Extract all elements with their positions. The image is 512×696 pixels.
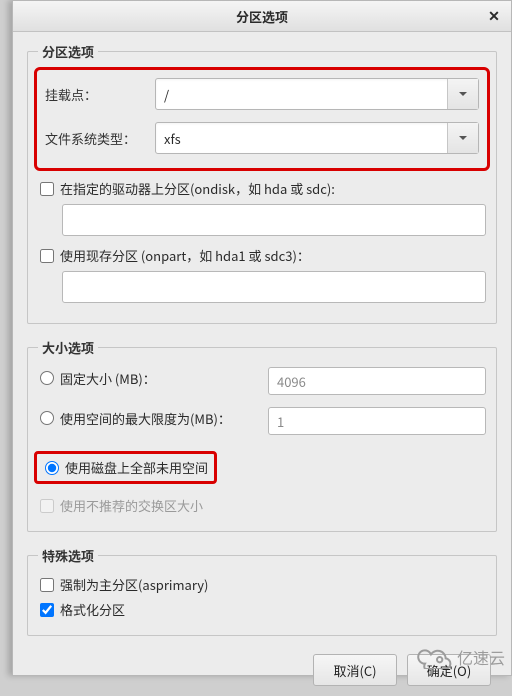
chevron-down-icon[interactable] [447, 123, 478, 153]
cloud-icon [413, 645, 453, 669]
asprimary-checkbox[interactable] [40, 578, 54, 592]
fixed-radio[interactable] [40, 371, 54, 385]
group-size: 大小选项 固定大小 (MB)： 4096 使用空间的最大限度为(MB)： 1 使… [27, 338, 497, 532]
swap-label: 使用不推荐的交换区大小 [60, 496, 203, 515]
group-size-legend: 大小选项 [38, 338, 98, 357]
window-title: 分区选项 [236, 7, 288, 26]
dialog-body: 分区选项 挂载点： / 文件系统类型： xfs [13, 32, 511, 696]
format-checkbox[interactable] [40, 603, 54, 617]
group-special: 特殊选项 强制为主分区(asprimary) 格式化分区 [27, 546, 497, 636]
onpart-label: 使用现存分区 (onpart，如 hda1 或 sdc3)： [60, 246, 310, 265]
fill-radio[interactable] [45, 461, 59, 475]
fixed-value-input[interactable]: 4096 [268, 367, 486, 395]
titlebar: 分区选项 ✕ [13, 1, 511, 32]
mount-value: / [156, 85, 447, 104]
ondisk-checkbox[interactable] [40, 182, 54, 196]
cancel-button[interactable]: 取消(C) [313, 654, 397, 686]
watermark-text: 亿速云 [457, 645, 505, 669]
ondisk-label: 在指定的驱动器上分区(ondisk，如 hda 或 sdc): [60, 179, 335, 198]
ondisk-input[interactable] [62, 204, 486, 236]
format-label: 格式化分区 [60, 600, 125, 619]
highlight-mount-fs: 挂载点： / 文件系统类型： xfs [34, 67, 490, 171]
fstype-label: 文件系统类型： [45, 129, 155, 148]
fstype-combo[interactable]: xfs [155, 122, 479, 154]
fixed-label: 固定大小 (MB)： [60, 369, 156, 388]
background-apps [0, 0, 12, 676]
asprimary-label: 强制为主分区(asprimary) [60, 575, 208, 594]
mount-label: 挂载点： [45, 85, 155, 104]
highlight-fill: 使用磁盘上全部未用空间 [34, 451, 217, 484]
dialog-window: 分区选项 ✕ 分区选项 挂载点： / 文件系统类型： [12, 0, 512, 676]
fstype-value: xfs [156, 129, 447, 148]
swap-checkbox [40, 499, 54, 513]
watermark: 亿速云 [413, 645, 505, 669]
maxsize-label: 使用空间的最大限度为(MB)： [60, 409, 231, 428]
mount-combo[interactable]: / [155, 78, 479, 110]
maxsize-radio[interactable] [40, 411, 54, 425]
close-icon[interactable]: ✕ [485, 7, 503, 25]
fill-label: 使用磁盘上全部未用空间 [65, 458, 208, 477]
group-special-legend: 特殊选项 [38, 546, 98, 565]
onpart-checkbox[interactable] [40, 249, 54, 263]
group-partition-legend: 分区选项 [38, 42, 98, 61]
chevron-down-icon[interactable] [447, 79, 478, 109]
maxsize-value-input[interactable]: 1 [268, 407, 486, 435]
group-partition: 分区选项 挂载点： / 文件系统类型： xfs [27, 42, 497, 324]
onpart-input[interactable] [62, 271, 486, 303]
